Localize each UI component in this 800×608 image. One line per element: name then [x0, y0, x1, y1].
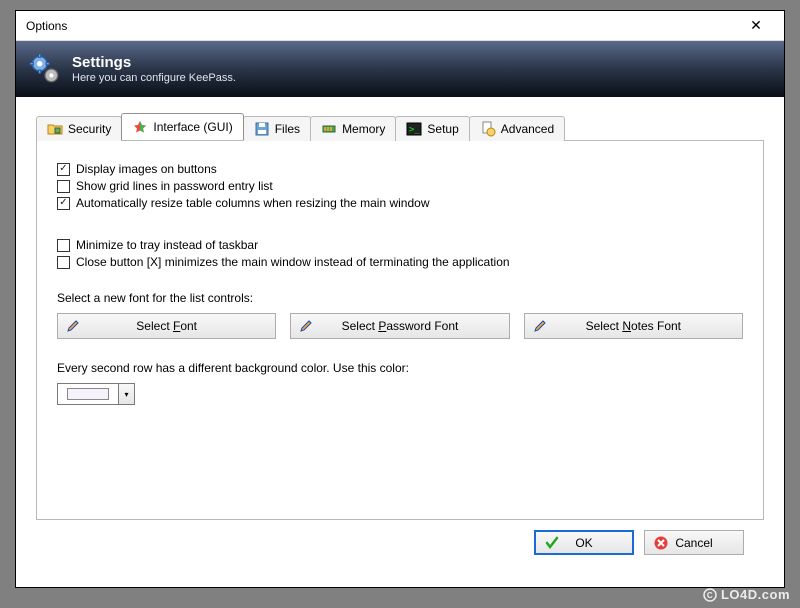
floppy-icon [254, 121, 270, 137]
interface-tab-panel: ✓ Display images on buttons Show grid li… [36, 140, 764, 520]
banner-subtitle: Here you can configure KeePass. [72, 72, 236, 84]
chevron-down-icon[interactable]: ▾ [119, 383, 135, 405]
tab-interface[interactable]: Interface (GUI) [121, 113, 243, 140]
select-notes-font-button[interactable]: Select Notes Font [524, 313, 743, 339]
check-label: Close button [X] minimizes the main wind… [76, 255, 510, 269]
banner-title: Settings [72, 54, 236, 71]
window-title: Options [26, 19, 67, 33]
pencil-icon [533, 319, 547, 333]
tab-label: Memory [342, 122, 385, 136]
tab-files[interactable]: Files [243, 116, 311, 141]
tab-label: Interface (GUI) [153, 120, 232, 134]
titlebar: Options ✕ [16, 11, 784, 41]
check-label: Automatically resize table columns when … [76, 196, 430, 210]
tab-label: Security [68, 122, 111, 136]
pencil-icon [66, 319, 80, 333]
font-section-label: Select a new font for the list controls: [57, 291, 743, 305]
dialog-footer: OK Cancel [36, 520, 764, 569]
checkbox-icon: ✓ [57, 197, 70, 210]
tab-label: Setup [427, 122, 458, 136]
tab-label: Files [275, 122, 300, 136]
select-font-button[interactable]: Select Font [57, 313, 276, 339]
svg-text:>_: >_ [409, 125, 420, 135]
tab-advanced[interactable]: Advanced [469, 116, 565, 141]
tab-memory[interactable]: Memory [310, 116, 396, 141]
console-icon: >_ [406, 121, 422, 137]
tab-security[interactable]: Security [36, 116, 122, 141]
checkbox-icon [57, 180, 70, 193]
checkbox-icon [57, 239, 70, 252]
button-label: OK [575, 536, 592, 550]
color-swatch [67, 388, 109, 400]
checkbox-icon: ✓ [57, 163, 70, 176]
svg-text:C: C [707, 591, 713, 600]
tab-label: Advanced [501, 122, 554, 136]
settings-banner: Settings Here you can configure KeePass. [16, 41, 784, 97]
check-min-tray[interactable]: Minimize to tray instead of taskbar [57, 238, 743, 252]
interface-icon [132, 119, 148, 135]
cancel-button[interactable]: Cancel [644, 530, 744, 555]
memory-icon [321, 121, 337, 137]
folder-lock-icon [47, 121, 63, 137]
pencil-icon [299, 319, 313, 333]
check-icon [544, 535, 560, 551]
check-label: Display images on buttons [76, 162, 217, 176]
checkbox-icon [57, 256, 70, 269]
check-label: Minimize to tray instead of taskbar [76, 238, 258, 252]
check-close-minimize[interactable]: Close button [X] minimizes the main wind… [57, 255, 743, 269]
check-grid-lines[interactable]: Show grid lines in password entry list [57, 179, 743, 193]
check-label: Show grid lines in password entry list [76, 179, 273, 193]
watermark: C LO4D.com [703, 587, 790, 602]
cancel-icon [653, 535, 669, 551]
check-display-images[interactable]: ✓ Display images on buttons [57, 162, 743, 176]
tab-setup[interactable]: >_ Setup [395, 116, 469, 141]
options-dialog: Options ✕ Settings Here you can configur… [15, 10, 785, 588]
row-color-picker[interactable] [57, 383, 119, 405]
check-auto-resize[interactable]: ✓ Automatically resize table columns whe… [57, 196, 743, 210]
button-label: Cancel [675, 536, 712, 550]
ok-button[interactable]: OK [534, 530, 634, 555]
document-gear-icon [480, 121, 496, 137]
close-icon[interactable]: ✕ [736, 17, 776, 34]
tabstrip: Security Interface (GUI) Files Memory [36, 113, 764, 140]
select-password-font-button[interactable]: Select Password Font [290, 313, 509, 339]
color-section-label: Every second row has a different backgro… [57, 361, 743, 375]
gear-icon [28, 52, 62, 86]
